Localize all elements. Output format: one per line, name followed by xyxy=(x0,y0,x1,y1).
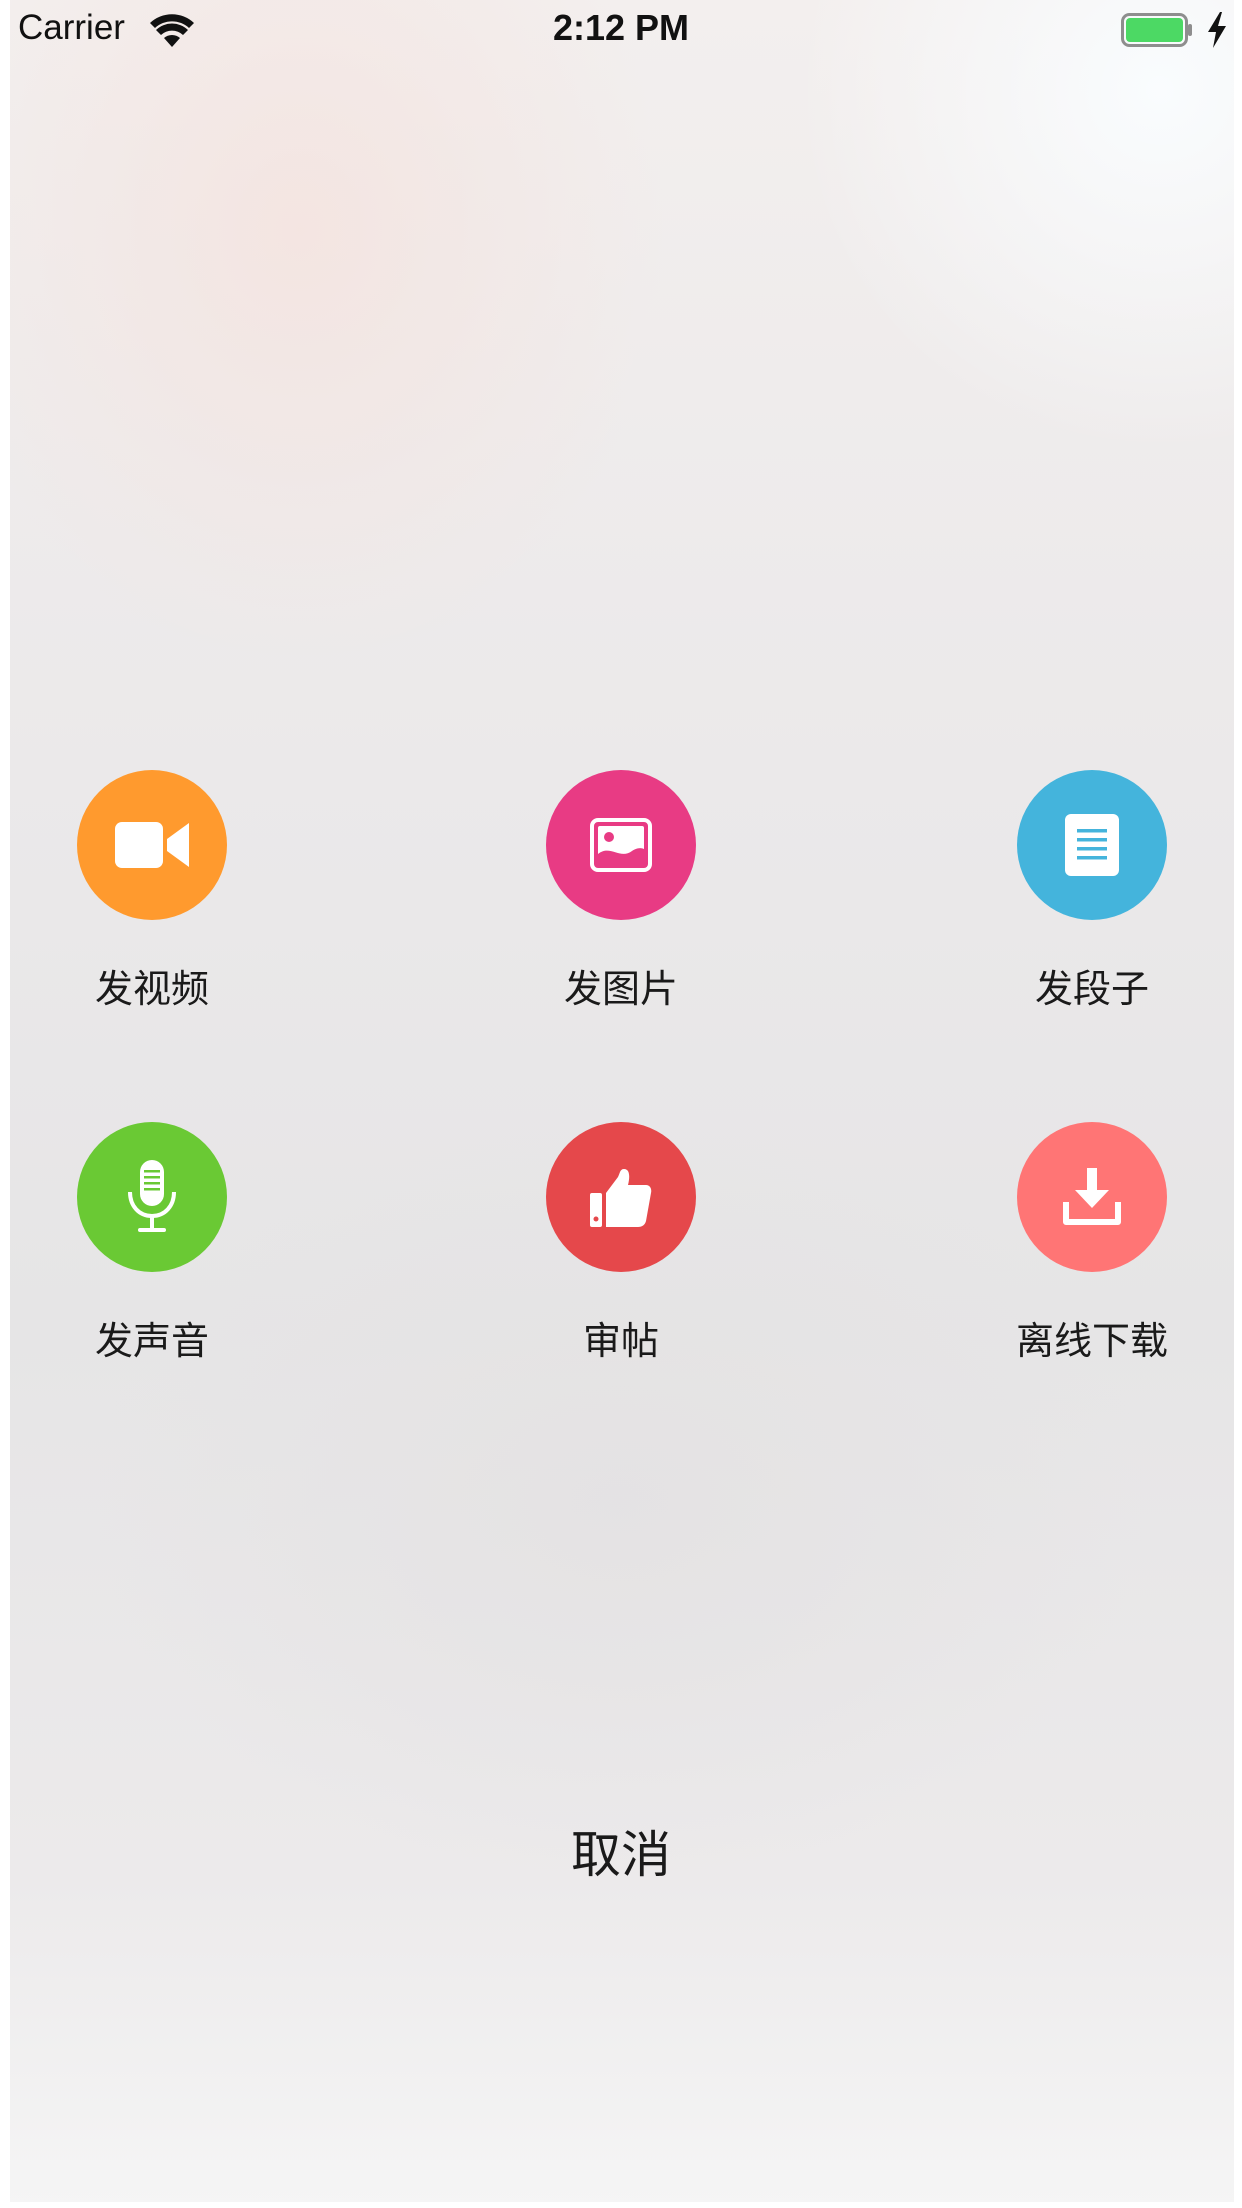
microphone-icon xyxy=(128,1160,176,1232)
left-edge xyxy=(0,0,10,2208)
bottom-edge xyxy=(0,2202,1242,2208)
post-audio-label: 发声音 xyxy=(94,1319,209,1363)
offline-download-label: 离线下载 xyxy=(1015,1319,1168,1363)
publish-menu-screen: Carrier 2:12 PM 发视频 发图片 发段子 发声音 审帖 离线下载 … xyxy=(0,0,1242,2208)
review-posts-action[interactable]: 审帖 xyxy=(471,1122,771,1363)
right-edge xyxy=(1234,0,1242,2208)
charging-bolt-icon xyxy=(1208,12,1226,48)
post-audio-action[interactable]: 发声音 xyxy=(2,1122,302,1363)
clock: 2:12 PM xyxy=(552,7,690,48)
offline-download-action[interactable]: 离线下载 xyxy=(942,1122,1242,1363)
cancel-button[interactable]: 取消 xyxy=(471,1820,771,1890)
post-video-label: 发视频 xyxy=(94,967,209,1011)
review-posts-button[interactable] xyxy=(546,1122,696,1272)
post-video-action[interactable]: 发视频 xyxy=(2,770,302,1011)
review-posts-label: 审帖 xyxy=(582,1319,659,1363)
post-joke-action[interactable]: 发段子 xyxy=(942,770,1242,1011)
status-bar: Carrier 2:12 PM xyxy=(0,0,1242,62)
document-icon xyxy=(1065,814,1119,876)
post-audio-button[interactable] xyxy=(77,1122,227,1272)
thumbs-up-icon xyxy=(590,1169,652,1227)
post-joke-label: 发段子 xyxy=(1034,967,1149,1011)
post-image-button[interactable] xyxy=(546,770,696,920)
battery-icon xyxy=(1121,13,1192,47)
offline-download-button[interactable] xyxy=(1017,1122,1167,1272)
post-image-label: 发图片 xyxy=(563,967,678,1011)
picture-icon xyxy=(590,818,652,872)
post-image-action[interactable]: 发图片 xyxy=(471,770,771,1011)
download-icon xyxy=(1063,1168,1121,1225)
post-joke-button[interactable] xyxy=(1017,770,1167,920)
post-video-button[interactable] xyxy=(77,770,227,920)
video-camera-icon xyxy=(115,822,189,868)
